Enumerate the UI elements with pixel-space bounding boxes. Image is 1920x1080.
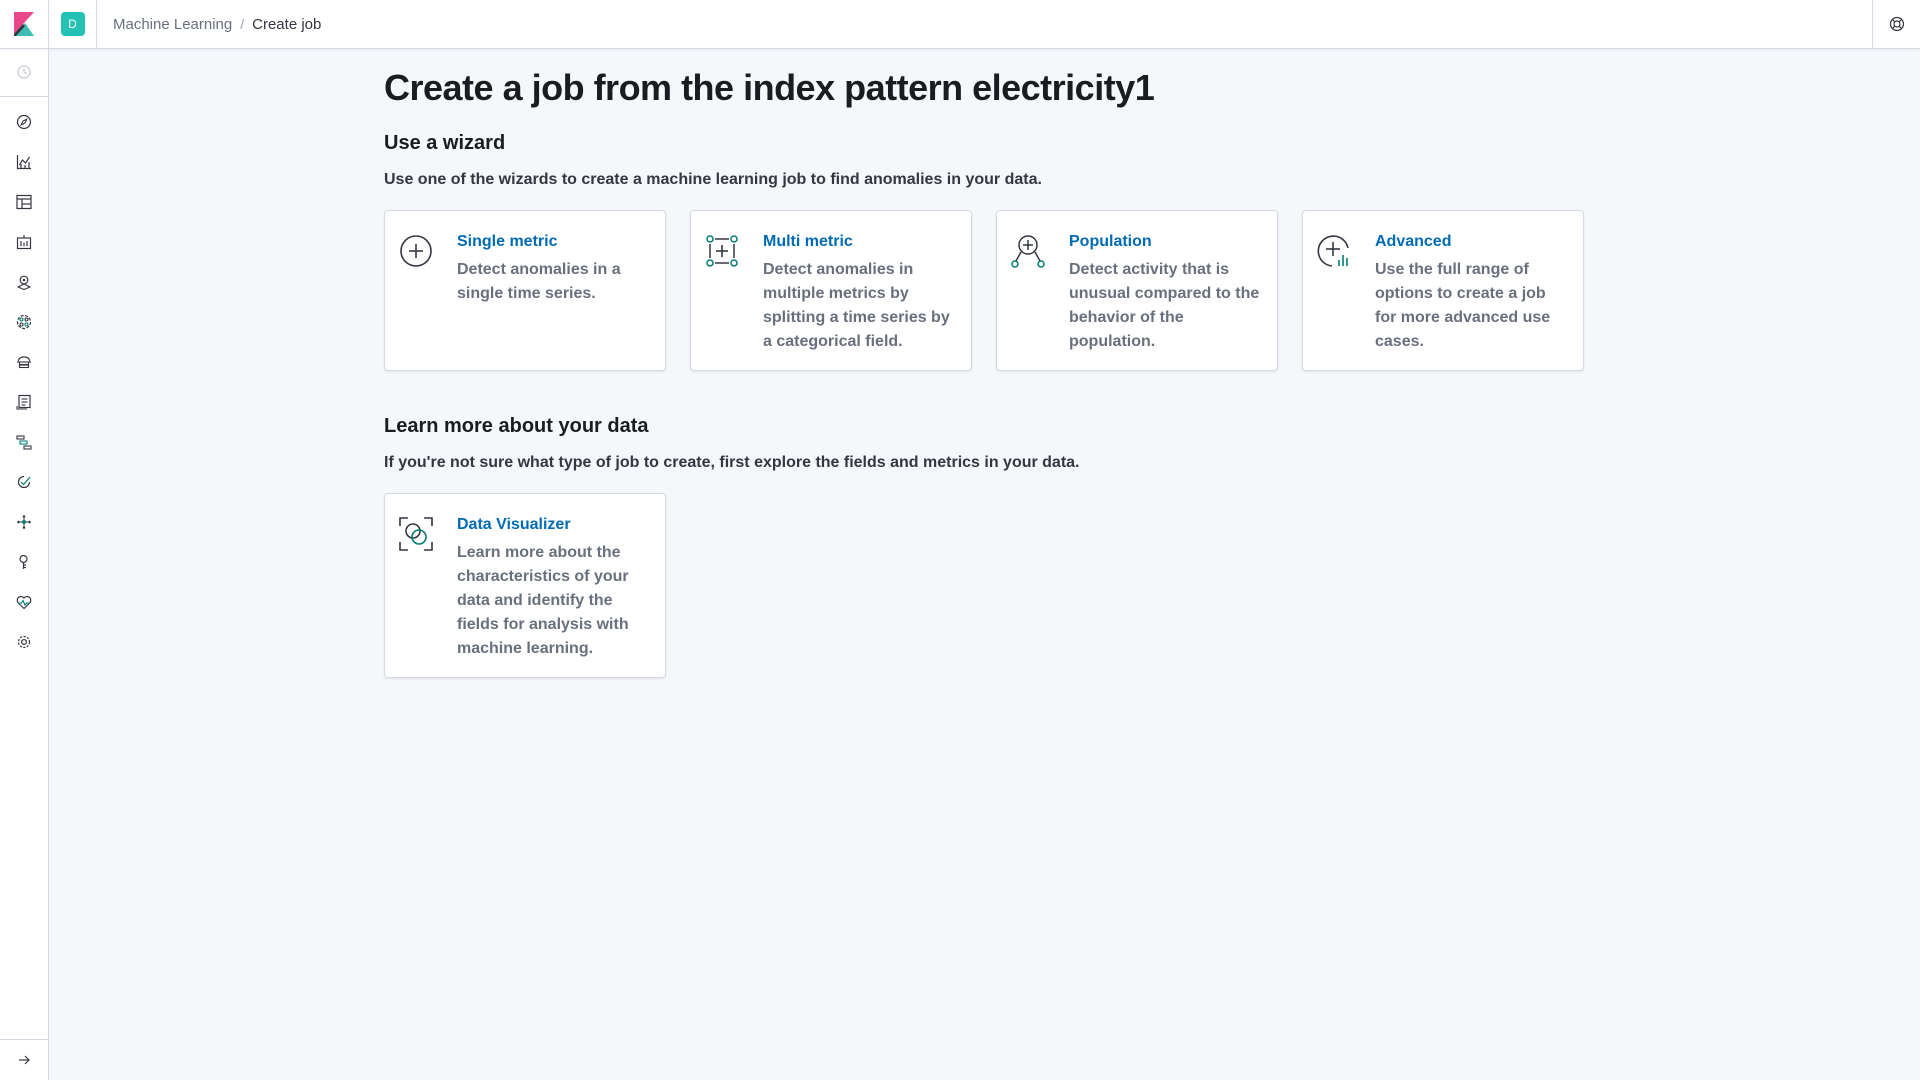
advanced-description: Use the full range of options to create …: [1375, 261, 1551, 350]
sidebar-item-monitoring[interactable]: [0, 582, 48, 622]
sidebar-item-machine-learning[interactable]: [0, 302, 48, 342]
single-metric-icon: [400, 235, 432, 267]
wizard-section-title: Use a wizard: [384, 132, 506, 154]
machine-learning-icon: [16, 314, 32, 330]
sidebar-item-maps[interactable]: [0, 262, 48, 302]
population-description: Detect activity that is unusual compared…: [1069, 261, 1260, 350]
management-icon: [17, 635, 31, 649]
population-title[interactable]: Population: [1069, 230, 1261, 254]
uptime-icon: [17, 475, 31, 489]
data-visualizer-description: Learn more about the characteristics of …: [457, 544, 629, 657]
data-visualizer-title[interactable]: Data Visualizer: [457, 513, 649, 537]
learn-section-title: Learn more about your data: [384, 415, 649, 437]
multi-metric-title[interactable]: Multi metric: [763, 230, 955, 254]
single-metric-description: Detect anomalies in a single time series…: [457, 261, 621, 302]
multi-metric-icon: [706, 235, 738, 267]
header-bar: D Machine Learning / Create job: [0, 0, 1920, 49]
sidebar-item-uptime[interactable]: [0, 462, 48, 502]
page-title: Create a job from the index pattern elec…: [384, 67, 1155, 108]
visualize-icon: [16, 155, 31, 170]
infrastructure-icon: [17, 356, 31, 369]
graph-icon: [17, 515, 31, 529]
wizard-cards: Single metric Detect anomalies in a sing…: [384, 210, 1604, 371]
dev-tools-icon: [19, 554, 28, 569]
nav-divider: [0, 96, 48, 97]
maps-icon: [16, 275, 32, 290]
kibana-logo-icon: [14, 12, 34, 36]
sidebar-item-discover[interactable]: [0, 102, 48, 142]
space-avatar: D: [60, 12, 85, 36]
dashboard-icon: [16, 194, 32, 210]
sidebar-item-graph[interactable]: [0, 502, 48, 542]
help-menu-button[interactable]: [1872, 0, 1920, 48]
multi-metric-description: Detect anomalies in multiple metrics by …: [763, 261, 950, 350]
sidebar-item-visualize[interactable]: [0, 142, 48, 182]
data-visualizer-card[interactable]: Data Visualizer Learn more about the cha…: [384, 493, 666, 678]
advanced-card[interactable]: Advanced Use the full range of options t…: [1302, 210, 1584, 371]
single-metric-card[interactable]: Single metric Detect anomalies in a sing…: [384, 210, 666, 371]
space-selector[interactable]: D: [49, 0, 97, 48]
breadcrumb-separator: /: [240, 16, 245, 32]
advanced-title[interactable]: Advanced: [1375, 230, 1567, 254]
expand-nav-button[interactable]: [0, 1040, 48, 1080]
breadcrumb: Machine Learning / Create job: [97, 16, 321, 33]
kibana-logo[interactable]: [0, 0, 49, 48]
logs-icon: [16, 394, 31, 410]
help-icon: [1889, 16, 1904, 32]
sidebar-item-management[interactable]: [0, 622, 48, 662]
single-metric-title[interactable]: Single metric: [457, 230, 649, 254]
wizard-section-description: Use one of the wizards to create a machi…: [384, 171, 1042, 188]
breadcrumb-machine-learning[interactable]: Machine Learning: [113, 16, 232, 33]
side-navigation: [0, 49, 49, 1080]
breadcrumb-create-job: Create job: [252, 15, 322, 33]
sidebar-item-dashboard[interactable]: [0, 182, 48, 222]
monitoring-icon: [16, 595, 32, 610]
sidebar-item-apm[interactable]: [0, 422, 48, 462]
sidebar-item-dev-tools[interactable]: [0, 542, 48, 582]
learn-section-description: If you're not sure what type of job to c…: [384, 454, 1080, 471]
sidebar-item-infrastructure[interactable]: [0, 342, 48, 382]
advanced-icon: [1317, 235, 1349, 267]
apm-icon: [16, 435, 32, 450]
recently-viewed-button[interactable]: [0, 52, 48, 92]
discover-icon: [16, 114, 32, 130]
recently-viewed-icon: [17, 65, 31, 79]
multi-metric-card[interactable]: Multi metric Detect anomalies in multipl…: [690, 210, 972, 371]
population-icon: [1011, 235, 1045, 268]
learn-cards: Data Visualizer Learn more about the cha…: [384, 493, 1604, 678]
sidebar-item-logs[interactable]: [0, 382, 48, 422]
main-content: Create a job from the index pattern elec…: [384, 49, 1604, 678]
data-visualizer-icon: [399, 517, 433, 551]
expand-arrow-icon: [19, 1055, 30, 1065]
canvas-icon: [16, 235, 32, 250]
sidebar-item-canvas[interactable]: [0, 222, 48, 262]
population-card[interactable]: Population Detect activity that is unusu…: [996, 210, 1278, 371]
